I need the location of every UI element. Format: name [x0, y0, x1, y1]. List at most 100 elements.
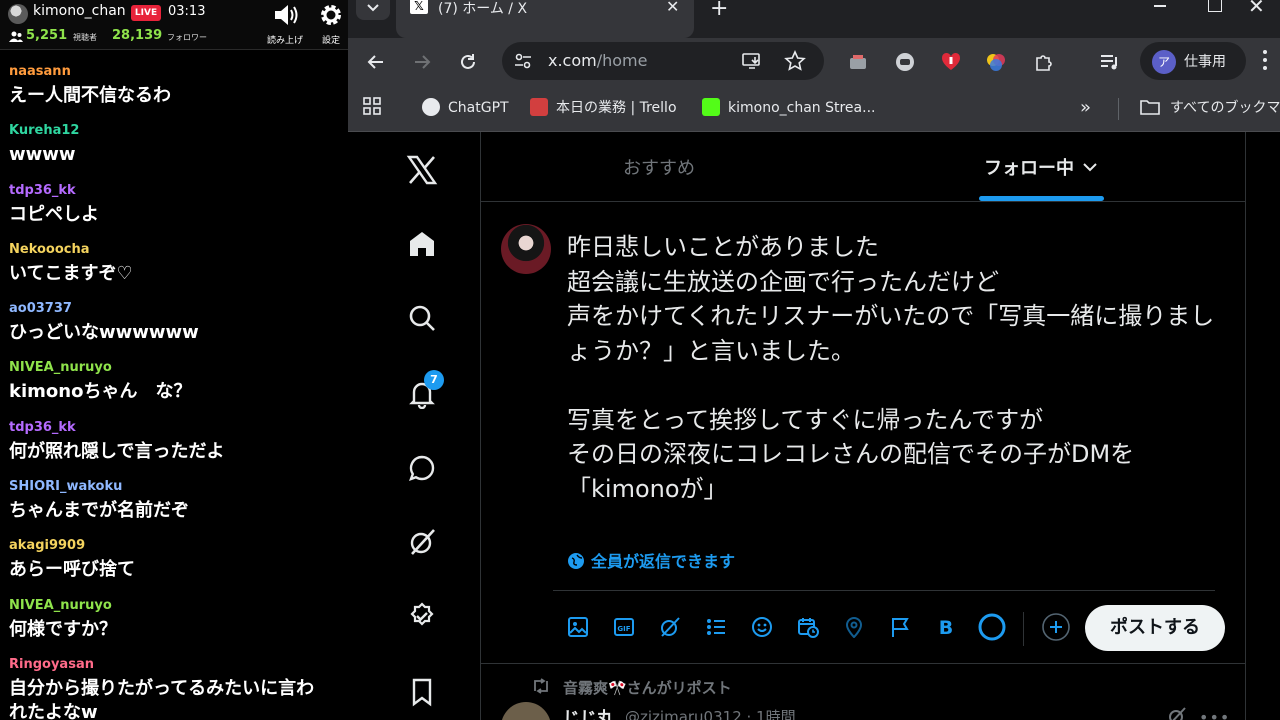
profile-button[interactable]: ア 仕事用	[1140, 42, 1246, 80]
poll-button[interactable]	[703, 614, 729, 640]
emoji-button[interactable]	[749, 614, 775, 640]
more-vert-icon[interactable]	[1262, 48, 1268, 72]
tts-button[interactable]: 読み上げ	[262, 2, 308, 46]
chat-username[interactable]: Nekooocha	[9, 242, 90, 257]
viewer-count: 5,251	[26, 28, 68, 43]
nav-explore[interactable]	[404, 300, 440, 336]
close-tab-icon[interactable]: ✕	[666, 0, 679, 16]
minimize-button[interactable]	[1150, 0, 1170, 14]
nav-home[interactable]	[404, 226, 440, 262]
chat-username[interactable]: ao03737	[9, 301, 72, 316]
nav-grok[interactable]	[404, 524, 440, 560]
site-settings-icon[interactable]	[514, 52, 532, 70]
tab-x-home[interactable]: 𝕏 (7) ホーム / X ✕	[396, 0, 694, 38]
speaker-icon	[275, 5, 298, 25]
address-bar[interactable]: x.com/home	[502, 42, 824, 80]
tab-following-label: フォロー中	[984, 158, 1074, 179]
svg-text:GIF: GIF	[617, 625, 630, 633]
tab-following[interactable]: フォロー中	[961, 132, 1121, 202]
author-avatar[interactable]	[501, 702, 551, 720]
tab-for-you[interactable]: おすすめ	[481, 132, 837, 202]
nav-messages[interactable]	[404, 450, 440, 486]
folder-icon	[1140, 100, 1160, 115]
more-icon[interactable]: •••	[1199, 708, 1230, 720]
chat-username[interactable]: tdp36_kk	[9, 420, 76, 435]
follower-count-label: フォロワー	[167, 33, 207, 42]
apps-button[interactable]	[362, 96, 382, 120]
chat-username[interactable]: SHIORI_wakoku	[9, 479, 122, 494]
follower-count: 28,139	[112, 28, 163, 43]
media-button[interactable]	[565, 614, 591, 640]
gear-icon	[321, 5, 341, 25]
extension-button[interactable]	[982, 48, 1010, 76]
gif-button[interactable]: GIF	[611, 614, 637, 640]
double-chevron-right-icon: »	[1080, 97, 1092, 118]
location-button[interactable]	[841, 614, 867, 640]
bookmark-label: kimono_chan Strea...	[728, 100, 876, 116]
chat-text: 何が照れ隠しで言っただよ	[9, 440, 225, 462]
chat-username[interactable]: NIVEA_nuruyo	[9, 360, 112, 375]
bookmark-chatgpt[interactable]: ChatGPT	[422, 96, 509, 120]
chat-username[interactable]: tdp36_kk	[9, 183, 76, 198]
flag-button[interactable]	[887, 614, 913, 640]
nav-notifications[interactable]: 7	[404, 370, 444, 412]
grok-button[interactable]	[657, 614, 683, 640]
chat-text: コピペしよ	[9, 203, 99, 225]
chat-bubble-extension-icon	[896, 53, 914, 71]
chat-message-list[interactable]: naasann えー人間不信なるわ Kureha12 wwww tdp36_kk…	[0, 52, 348, 720]
chat-username[interactable]: NIVEA_nuruyo	[9, 598, 112, 613]
toolbar-separator	[1023, 612, 1024, 646]
media-control-button[interactable]	[1096, 48, 1124, 76]
reload-button[interactable]	[454, 48, 482, 76]
profile-label: 仕事用	[1184, 54, 1226, 70]
chat-username[interactable]: akagi9909	[9, 538, 85, 553]
chat-username[interactable]: Ringoyasan	[9, 657, 94, 672]
timeline-post[interactable]: 音霧爽🎌さんがリポスト じじ丸 @zizimaru0312 · 1時間 •••	[481, 664, 1245, 720]
chat-username[interactable]: Kureha12	[9, 123, 79, 138]
bookmark-trello[interactable]: 本日の業務 | Trello	[530, 96, 677, 120]
post-button[interactable]: ポストする	[1085, 605, 1225, 651]
puzzle-icon	[1036, 55, 1052, 71]
nav-premium[interactable]	[404, 598, 440, 634]
repost-label[interactable]: 音霧爽🎌さんがリポスト	[563, 677, 732, 698]
extension-button[interactable]	[844, 48, 872, 76]
all-bookmarks-button[interactable]: すべてのブックマーク	[1140, 96, 1280, 120]
kick-icon	[702, 98, 720, 116]
channel-avatar	[8, 4, 28, 24]
add-post-button[interactable]	[1041, 612, 1071, 642]
tts-label: 読み上げ	[266, 36, 303, 46]
image-icon	[568, 617, 588, 637]
reply-setting-button[interactable]: 全員が返信できます	[567, 548, 735, 572]
author-handle[interactable]: @zizimaru0312 · 1時間	[625, 706, 796, 720]
back-button[interactable]	[362, 48, 390, 76]
author-name[interactable]: じじ丸	[563, 704, 614, 720]
browser-toolbar: x.com/home ア 仕事用	[348, 38, 1280, 86]
forward-button[interactable]	[408, 48, 436, 76]
schedule-button[interactable]	[795, 614, 821, 640]
progress-ring-icon	[978, 613, 1006, 641]
grok-icon[interactable]	[1167, 706, 1187, 720]
bookmark-stream[interactable]: kimono_chan Strea...	[702, 96, 875, 120]
maximize-button[interactable]	[1208, 0, 1222, 12]
media-queue-icon	[1101, 55, 1117, 70]
bold-button[interactable]: B	[933, 614, 959, 640]
install-app-icon[interactable]	[742, 52, 762, 70]
trello-icon	[530, 98, 548, 116]
composer-textarea[interactable]: 昨日悲しいことがありました 超会議に生放送の企画で行ったんだけど 声をかけてくれ…	[567, 230, 1227, 506]
bookmark-star-icon[interactable]	[784, 50, 806, 72]
url-text[interactable]: x.com/home	[548, 51, 647, 70]
extensions-menu-button[interactable]	[1030, 48, 1058, 76]
window-close-button[interactable]: ✕	[1248, 0, 1265, 18]
bookmarks-bar: ChatGPT 本日の業務 | Trello kimono_chan Strea…	[348, 86, 1280, 132]
bookmarks-overflow-button[interactable]: »	[1080, 96, 1091, 120]
settings-button[interactable]: 設定	[314, 2, 348, 46]
nav-bookmarks[interactable]	[404, 674, 440, 710]
chat-text: ひっどいなwwwwww	[9, 322, 199, 344]
x-logo-button[interactable]	[404, 152, 440, 188]
tab-search-button[interactable]	[356, 0, 390, 20]
chat-username[interactable]: naasann	[9, 64, 71, 79]
new-tab-button[interactable]: +	[710, 0, 728, 21]
extension-button[interactable]	[937, 48, 965, 76]
extension-button[interactable]	[891, 48, 919, 76]
user-avatar[interactable]	[501, 224, 551, 274]
